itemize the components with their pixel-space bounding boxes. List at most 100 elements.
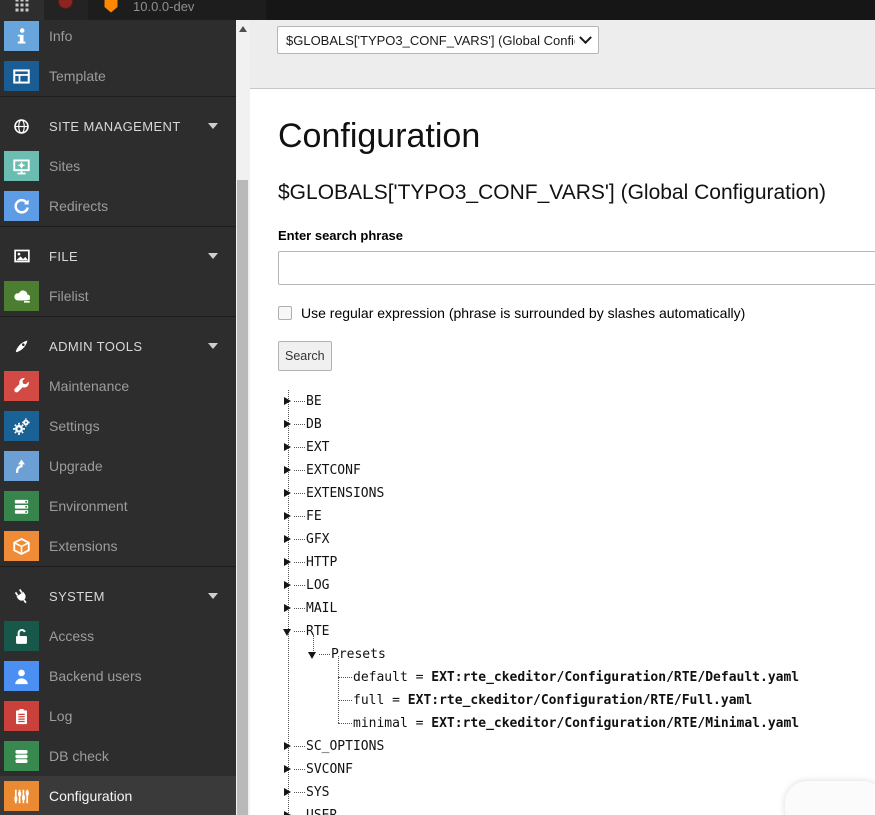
grid-icon[interactable] <box>14 0 30 13</box>
tree-key: default <box>353 670 408 685</box>
sidebar-item-label: Redirects <box>49 198 108 214</box>
configuration-icon <box>4 781 39 811</box>
sidebar-item-upgrade[interactable]: Upgrade <box>0 446 236 486</box>
sidebar-item-maintenance[interactable]: Maintenance <box>0 366 236 406</box>
search-button[interactable]: Search <box>278 341 332 371</box>
sidebar-section-header-site-management[interactable]: SITE MANAGEMENT <box>0 106 236 146</box>
sidebar-item-label: Settings <box>49 418 100 434</box>
page-subtitle: $GLOBALS['TYPO3_CONF_VARS'] (Global Conf… <box>278 181 875 205</box>
chevron-down-icon <box>208 123 218 129</box>
expand-toggle-icon[interactable] <box>284 420 291 428</box>
scrollbar-thumb[interactable] <box>237 180 248 815</box>
tree-node-label: FE <box>306 505 322 528</box>
tree-node-SYS: SYS <box>278 781 868 804</box>
template-icon <box>4 61 39 91</box>
tree-connector <box>294 631 305 632</box>
tree-node-label: EXTENSIONS <box>306 482 384 505</box>
users-icon <box>4 661 39 691</box>
tree-node-label: LOG <box>306 574 329 597</box>
expand-toggle-icon[interactable] <box>284 512 291 520</box>
expand-toggle-icon[interactable] <box>284 466 291 474</box>
tree-connector <box>294 585 305 586</box>
sidebar-item-backend-users[interactable]: Backend users <box>0 656 236 696</box>
expand-toggle-icon[interactable] <box>284 489 291 497</box>
sidebar-section-label: ADMIN TOOLS <box>49 339 143 354</box>
page-title: Configuration <box>278 117 875 156</box>
expand-toggle-icon[interactable] <box>284 397 291 405</box>
tree-node-label: SC_OPTIONS <box>306 735 384 758</box>
tree-connector <box>294 470 305 471</box>
tree-value: EXT:rte_ckeditor/Configuration/RTE/Defau… <box>431 670 799 685</box>
configuration-selector-dropdown[interactable]: $GLOBALS['TYPO3_CONF_VARS'] (Global Conf… <box>277 26 599 54</box>
sidebar-item-info[interactable]: Info <box>0 20 236 56</box>
sidebar-item-settings[interactable]: Settings <box>0 406 236 446</box>
expand-toggle-icon[interactable] <box>284 765 291 773</box>
rocket-icon <box>4 338 39 355</box>
sidebar-section-label: SYSTEM <box>49 589 105 604</box>
sidebar-section: SITE MANAGEMENT Sites Redirects <box>0 96 236 226</box>
sidebar-item-log[interactable]: Log <box>0 696 236 736</box>
regex-checkbox[interactable] <box>278 306 292 320</box>
tree-node-label: minimal = EXT:rte_ckeditor/Configuration… <box>353 712 799 735</box>
sidebar-item-extensions[interactable]: Extensions <box>0 526 236 566</box>
tree-value: EXT:rte_ckeditor/Configuration/RTE/Full.… <box>408 693 752 708</box>
expand-toggle-icon[interactable] <box>284 558 291 566</box>
tree-node-LOG: LOG <box>278 574 868 597</box>
scroll-up-arrow-icon[interactable] <box>239 26 247 32</box>
expand-toggle-icon[interactable] <box>284 535 291 543</box>
sidebar-scrollbar[interactable] <box>236 20 250 815</box>
sidebar-item-redirects[interactable]: Redirects <box>0 186 236 226</box>
expand-toggle-icon[interactable] <box>284 742 291 750</box>
sidebar-item-sites[interactable]: Sites <box>0 146 236 186</box>
tree-node-full: full = EXT:rte_ckeditor/Configuration/RT… <box>278 689 868 712</box>
version-label: 10.0.0-dev <box>133 0 194 17</box>
collapse-toggle-icon[interactable] <box>308 652 316 659</box>
search-input[interactable] <box>278 251 875 285</box>
tree-node-GFX: GFX <box>278 528 868 551</box>
tree-node-MAIL: MAIL <box>278 597 868 620</box>
tree-connector <box>338 677 352 678</box>
expand-toggle-icon[interactable] <box>284 604 291 612</box>
selector-value: $GLOBALS['TYPO3_CONF_VARS'] (Global Conf… <box>286 33 575 48</box>
corner-overlay <box>785 781 875 815</box>
tree-connector <box>294 746 305 747</box>
sidebar-section: ADMIN TOOLS Maintenance Settings UpgradeEnv… <box>0 316 236 566</box>
sidebar-item-db-check[interactable]: DB check <box>0 736 236 776</box>
expand-toggle-icon[interactable] <box>284 811 291 815</box>
tree-node-HTTP: HTTP <box>278 551 868 574</box>
sidebar-item-label: Log <box>49 708 72 724</box>
sidebar-item-label: Access <box>49 628 94 644</box>
sidebar-item-template[interactable]: Template <box>0 56 236 96</box>
redirects-icon <box>4 191 39 221</box>
main-content: $GLOBALS['TYPO3_CONF_VARS'] (Global Conf… <box>250 20 875 815</box>
sidebar-item-access[interactable]: Access <box>0 616 236 656</box>
expand-toggle-icon[interactable] <box>284 443 291 451</box>
sidebar-section-label: SITE MANAGEMENT <box>49 119 181 134</box>
sidebar-item-environment[interactable]: Environment <box>0 486 236 526</box>
tree-connector <box>294 401 305 402</box>
sidebar-section-label: FILE <box>49 249 78 264</box>
tree-node-label: DB <box>306 413 322 436</box>
sidebar-item-configuration[interactable]: Configuration <box>0 776 236 815</box>
access-icon <box>4 621 39 651</box>
tree-node-label: EXTCONF <box>306 459 361 482</box>
tree-node-label: SYS <box>306 781 329 804</box>
tree-connector <box>294 424 305 425</box>
tree-connector <box>294 447 305 448</box>
tree-connector <box>294 792 305 793</box>
collapse-toggle-icon[interactable] <box>283 629 291 636</box>
sidebar-section: SYSTEM Access Backend users Log DB check Conf… <box>0 566 236 815</box>
tree-node-DB: DB <box>278 413 868 436</box>
sidebar-section-header-file[interactable]: FILE <box>0 236 236 276</box>
sidebar-item-label: Configuration <box>49 788 132 804</box>
dbcheck-icon <box>4 741 39 771</box>
tree-node-label: Presets <box>331 643 386 666</box>
expand-toggle-icon[interactable] <box>284 788 291 796</box>
tree-node-label: full = EXT:rte_ckeditor/Configuration/RT… <box>353 689 752 712</box>
sidebar-section-header-admin-tools[interactable]: ADMIN TOOLS <box>0 326 236 366</box>
expand-toggle-icon[interactable] <box>284 581 291 589</box>
sidebar-section-header-system[interactable]: SYSTEM <box>0 576 236 616</box>
sidebar-item-label: Extensions <box>49 538 117 554</box>
sidebar-item-label: Template <box>49 68 106 84</box>
sidebar-item-filelist[interactable]: Filelist <box>0 276 236 316</box>
